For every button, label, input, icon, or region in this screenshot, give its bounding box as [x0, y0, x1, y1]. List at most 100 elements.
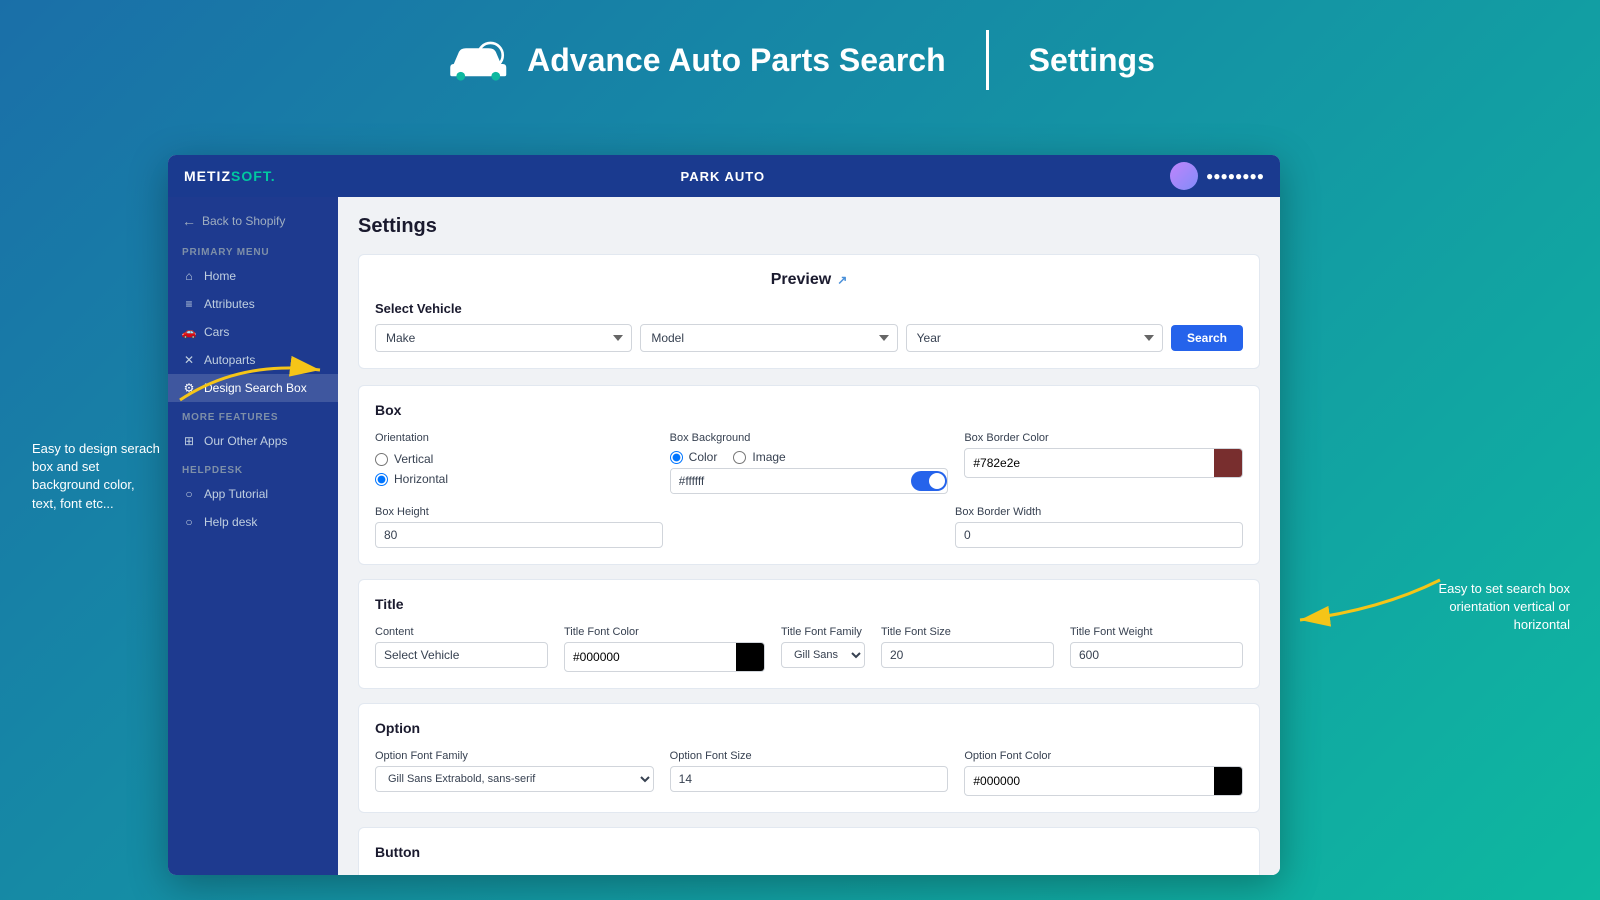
image-radio[interactable] [733, 451, 746, 464]
horizontal-radio[interactable] [375, 473, 388, 486]
app-subtitle: Settings [1029, 42, 1155, 79]
button-font-family-label: Button Font Family [564, 874, 620, 875]
title-color-swatch[interactable] [736, 643, 764, 671]
window-body: ← Back to Shopify PRIMARY MENU ⌂ Home ≡ … [168, 197, 1280, 875]
sidebar-item-design-search-box[interactable]: ⚙ Design Search Box [168, 374, 338, 402]
horizontal-radio-label[interactable]: Horizontal [375, 472, 654, 486]
main-window: METIZSOFT. PARK AUTO ●●●●●●●● ← Back to … [168, 155, 1280, 875]
sidebar: ← Back to Shopify PRIMARY MENU ⌂ Home ≡ … [168, 197, 338, 875]
vertical-radio-label[interactable]: Vertical [375, 452, 654, 466]
title-content-group: Content [375, 626, 548, 668]
title-color-input[interactable] [565, 645, 736, 669]
radio-group-orientation: Vertical Horizontal [375, 448, 654, 486]
header-divider [986, 30, 989, 90]
preview-box: Preview ↗ Select Vehicle Make Model Year… [358, 254, 1260, 369]
title-font-size-input[interactable] [881, 642, 1054, 668]
option-font-color-group: Option Font Color [964, 750, 1243, 796]
border-color-input-group [964, 448, 1243, 478]
back-arrow-icon: ← [182, 213, 196, 229]
title-font-family-select[interactable]: Gill Sans Extrabold, sans-serif [781, 642, 865, 668]
box-form-row: Orientation Vertical Horizontal [375, 432, 1243, 494]
sidebar-item-home[interactable]: ⌂ Home [168, 262, 338, 290]
button-font-size-group: Button Font Size [1070, 874, 1243, 875]
title-section: Title Content Title Font Color [358, 579, 1260, 689]
user-name: ●●●●●●●● [1206, 169, 1264, 183]
external-link-icon[interactable]: ↗ [837, 273, 847, 287]
title-font-weight-group: Title Font Weight [1070, 626, 1243, 668]
preview-title: Preview ↗ [375, 271, 1243, 289]
app-logo: Advance Auto Parts Search [445, 35, 946, 85]
title-font-size-group: Title Font Size [881, 626, 1054, 668]
option-font-color-label: Option Font Color [964, 750, 1243, 762]
orientation-label: Orientation [375, 432, 654, 444]
bg-radio-group: Color Image [670, 448, 949, 464]
title-font-family-label: Title Font Family [781, 626, 865, 638]
border-width-input[interactable] [955, 522, 1243, 548]
sidebar-attributes-label: Attributes [204, 297, 255, 311]
sidebar-item-attributes[interactable]: ≡ Attributes [168, 290, 338, 318]
page-title: Settings [358, 215, 1260, 238]
preview-search-button[interactable]: Search [1171, 325, 1243, 351]
title-form-row: Content Title Font Color Title Font Fami… [375, 626, 1243, 672]
helpdesk-icon: ○ [182, 515, 196, 529]
model-select[interactable]: Model [640, 324, 897, 352]
option-font-size-label: Option Font Size [670, 750, 949, 762]
sidebar-item-helpdesk[interactable]: ○ Help desk [168, 508, 338, 536]
app-header: Advance Auto Parts Search Settings [0, 0, 1600, 110]
height-input[interactable] [375, 522, 663, 548]
sidebar-item-app-tutorial[interactable]: ○ App Tutorial [168, 480, 338, 508]
option-font-family-group: Option Font Family Gill Sans Extrabold, … [375, 750, 654, 792]
app-title: Advance Auto Parts Search [527, 42, 946, 79]
more-features-label: MORE FEATURES [168, 402, 338, 427]
tutorial-icon: ○ [182, 487, 196, 501]
option-color-swatch[interactable] [1214, 767, 1242, 795]
button-form-row: Content Button Font Family Gill Sans Ext… [375, 874, 1243, 875]
title-font-family-group: Title Font Family Gill Sans Extrabold, s… [781, 626, 865, 668]
border-color-swatch[interactable] [1214, 449, 1242, 477]
topbar-logo: METIZSOFT. [184, 168, 276, 184]
year-select[interactable]: Year [906, 324, 1163, 352]
border-width-label: Box Border Width [955, 506, 1243, 518]
callout-right: Easy to set search box orientation verti… [1430, 580, 1570, 635]
sidebar-item-autoparts[interactable]: ✕ Autoparts [168, 346, 338, 374]
border-color-input[interactable] [965, 451, 1214, 475]
title-font-weight-label: Title Font Weight [1070, 626, 1243, 638]
color-radio-label[interactable]: Color [670, 450, 718, 464]
option-font-family-label: Option Font Family [375, 750, 654, 762]
title-section-title: Title [375, 596, 1243, 612]
sidebar-item-other-apps[interactable]: ⊞ Our Other Apps [168, 427, 338, 455]
sidebar-autoparts-label: Autoparts [204, 353, 255, 367]
home-icon: ⌂ [182, 269, 196, 283]
store-name: PARK AUTO [681, 169, 766, 184]
vehicle-selects: Make Model Year Search [375, 324, 1243, 352]
image-radio-label[interactable]: Image [733, 450, 785, 464]
color-radio[interactable] [670, 451, 683, 464]
sidebar-design-label: Design Search Box [204, 381, 307, 395]
option-section: Option Option Font Family Gill Sans Extr… [358, 703, 1260, 813]
make-select[interactable]: Make [375, 324, 632, 352]
attributes-icon: ≡ [182, 297, 196, 311]
box-section-title: Box [375, 402, 1243, 418]
sidebar-home-label: Home [204, 269, 236, 283]
back-to-shopify[interactable]: ← Back to Shopify [168, 205, 338, 237]
option-color-input[interactable] [965, 769, 1214, 793]
option-font-size-input[interactable] [670, 766, 949, 792]
vertical-radio[interactable] [375, 453, 388, 466]
option-font-size-group: Option Font Size [670, 750, 949, 792]
main-content: Settings Preview ↗ Select Vehicle Make M… [338, 197, 1280, 875]
user-avatar [1170, 162, 1198, 190]
option-font-family-select[interactable]: Gill Sans Extrabold, sans-serif [375, 766, 654, 792]
title-content-input[interactable] [375, 642, 548, 668]
button-section-title: Button [375, 844, 1243, 860]
title-font-weight-input[interactable] [1070, 642, 1243, 668]
button-bg-group: Button Background [636, 874, 837, 875]
border-color-label: Box Border Color [964, 432, 1243, 444]
button-font-family-group: Button Font Family Gill Sans Extrabold, … [564, 874, 620, 875]
callout-left: Easy to design serach box and set backgr… [32, 440, 162, 513]
bg-color-input[interactable] [671, 469, 912, 493]
topbar-user: ●●●●●●●● [1170, 162, 1264, 190]
bg-toggle[interactable] [911, 471, 947, 491]
sidebar-item-cars[interactable]: 🚗 Cars [168, 318, 338, 346]
orientation-group: Orientation Vertical Horizontal [375, 432, 654, 486]
title-font-color-label: Title Font Color [564, 626, 765, 638]
